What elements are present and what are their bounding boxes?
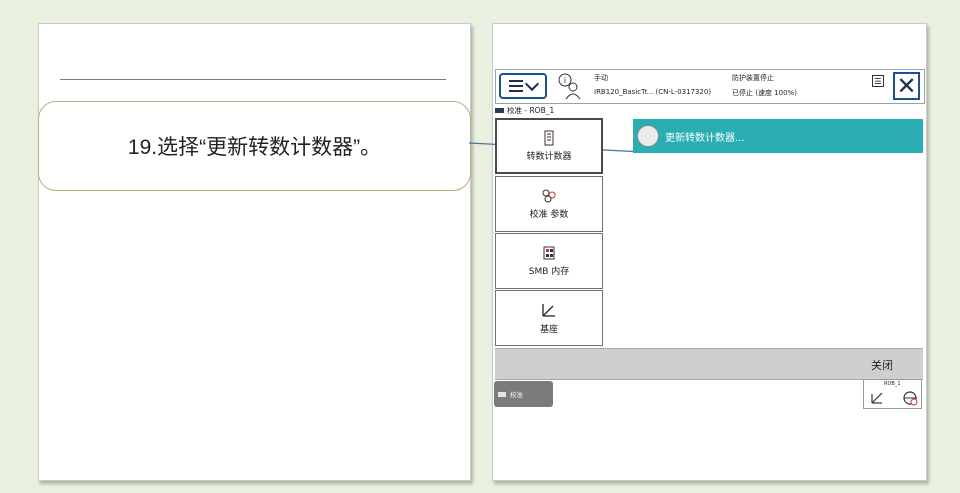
rev-counter-icon [544, 130, 554, 146]
sidebar-item-smb-memory[interactable]: SMB 内存 [495, 233, 603, 289]
window-icon [495, 108, 504, 113]
close-button[interactable]: 关闭 [871, 357, 893, 373]
status-mode: 手动 [594, 74, 608, 82]
chevron-down-icon [524, 76, 540, 91]
divider-line [60, 79, 446, 80]
task-indicator-icon[interactable]: ☰ [872, 75, 884, 87]
close-window-button[interactable]: ✕ [893, 72, 920, 100]
sidebar-item-rev-counters[interactable]: 转数计数器 [495, 118, 603, 174]
update-rev-counters-item[interactable]: 更新转数计数器... [633, 119, 923, 153]
close-icon: ✕ [896, 72, 917, 100]
hamburger-icon [509, 77, 523, 95]
window-icon [498, 391, 506, 397]
breadcrumb-text: 校准 - ROB_1 [507, 106, 555, 115]
base-frame-icon [542, 304, 555, 317]
instruction-callout: 19.选择“更新转数计数器”。 [38, 101, 471, 191]
instruction-text: 19.选择“更新转数计数器”。 [127, 136, 382, 159]
sidebar-item-label: 转数计数器 [526, 152, 572, 162]
breadcrumb: 校准 - ROB_1 [495, 105, 554, 116]
instruction-panel [38, 23, 471, 481]
calibration-params-icon [542, 189, 556, 203]
sidebar-item-label: 校准 参数 [529, 210, 569, 220]
main-menu-button[interactable] [499, 73, 547, 99]
taskbar-tab-calibration[interactable]: 校准 [494, 381, 553, 407]
status-speed: 已停止 (速度 100%) [732, 89, 797, 97]
quickset-mech-unit-label: ROB_1 [884, 381, 901, 387]
operator-user-icon[interactable]: i [556, 72, 582, 100]
taskbar-tab-label: 校准 [510, 391, 523, 399]
sidebar-item-base[interactable]: 基座 [495, 290, 603, 346]
list-item-label: 更新转数计数器... [665, 132, 745, 144]
status-motor-state: 防护装置停止 [732, 74, 774, 82]
radio-button[interactable] [637, 125, 659, 147]
sidebar-item-label: 基座 [539, 325, 558, 335]
sidebar-item-label: SMB 内存 [528, 267, 570, 277]
status-system-name: IRB120_BasicTr... (CN-L-0317320) [594, 88, 712, 96]
command-bar: 关闭 [495, 348, 923, 380]
smb-memory-icon [543, 246, 555, 260]
svg-text:i: i [564, 76, 566, 85]
sidebar-item-calibration-params[interactable]: 校准 参数 [495, 176, 603, 232]
